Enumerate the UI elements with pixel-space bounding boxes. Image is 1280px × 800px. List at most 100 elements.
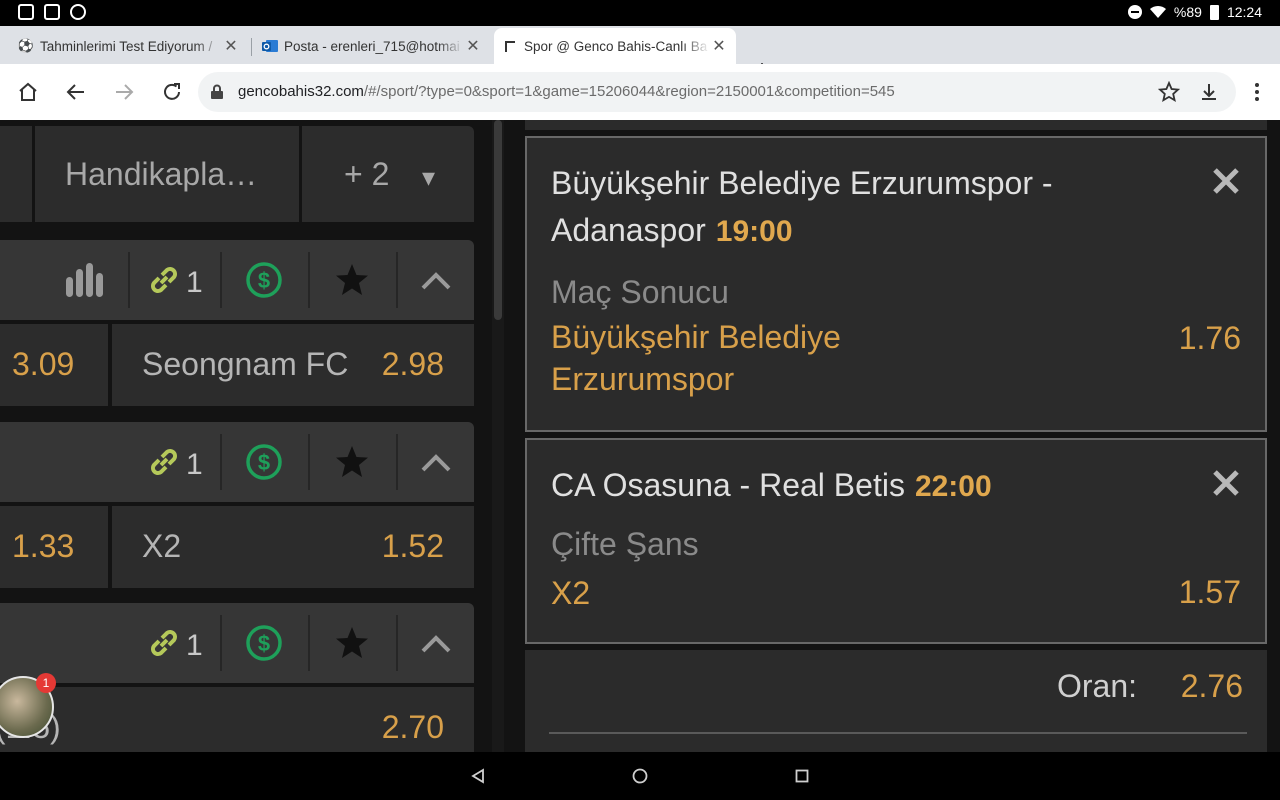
notification-badge: 1 [36, 673, 56, 693]
odd-cell[interactable]: 3.09 [0, 324, 108, 406]
divider [220, 252, 222, 308]
filter-tab-handicap[interactable]: Handikapla… [35, 126, 299, 222]
odds-row: .(1.5) 2.70 [0, 687, 474, 752]
home-button[interactable] [14, 78, 42, 106]
clock: 12:24 [1226, 4, 1262, 20]
tab-title: Posta - erenleri_715@hotmai [284, 38, 460, 54]
dollar-icon[interactable]: $ [244, 260, 284, 300]
bet-market: Çifte Şans [551, 526, 699, 562]
bet-card: Büyükşehir Belediye Erzurumspor - Adanas… [525, 136, 1267, 432]
tab-tahminlerimi[interactable]: ⚽ Tahminlerimi Test Ediyorum / ✕ [10, 28, 248, 64]
nav-recents-button[interactable] [792, 766, 812, 786]
betslip-top-edge [525, 120, 1267, 130]
scrollbar-thumb[interactable] [494, 120, 502, 320]
odd-cell[interactable]: X2 1.52 [112, 506, 474, 588]
odds-row: 1.33 X2 1.52 [0, 506, 474, 588]
bet-match-teams: CA Osasuna - Real Betis [551, 467, 905, 503]
scrollbar[interactable] [492, 120, 504, 752]
download-icon [1202, 84, 1216, 100]
url-text[interactable]: gencobahis32.com/#/sport/?type=0&sport=1… [238, 83, 895, 100]
outcome-label: Seongnam FC [142, 346, 349, 382]
odd-cell[interactable]: .(1.5) 2.70 [0, 687, 474, 752]
filter-handicap-label: Handikapla… [65, 156, 258, 192]
reload-button[interactable] [158, 78, 186, 106]
divider [549, 732, 1247, 734]
dollar-icon[interactable]: $ [244, 442, 284, 482]
divider [128, 252, 130, 308]
image-icon [44, 4, 60, 20]
odd-value: 1.52 [381, 528, 444, 564]
tab-strip: ⚽ Tahminlerimi Test Ediyorum / ✕ Posta -… [0, 26, 1280, 83]
market-group-header: 1 $ [0, 603, 474, 683]
total-odds-label: Oran: [1056, 668, 1137, 704]
filter-more-dropdown[interactable]: + 2 ▾ [302, 126, 474, 222]
odd-value: 2.70 [381, 709, 444, 745]
forward-button[interactable] [110, 78, 138, 106]
link-icon[interactable] [146, 444, 182, 480]
link-count: 1 [186, 629, 203, 662]
remove-bet-button[interactable] [1211, 468, 1243, 500]
kebab-menu-icon [1255, 83, 1259, 101]
bookmark-button[interactable] [1155, 78, 1183, 106]
star-icon[interactable] [332, 623, 372, 663]
page-content: Handikapla… + 2 ▾ 1 $ 3.09 Seongnam FC 2… [0, 120, 1280, 752]
chevron-up-icon[interactable] [418, 264, 454, 296]
bet-match-teams: Büyükşehir Belediye Erzurumspor - Adanas… [551, 165, 1053, 248]
total-odds-value: 2.76 [1180, 668, 1243, 704]
battery-icon [1209, 4, 1219, 20]
square-recents-icon [795, 769, 809, 783]
link-icon[interactable] [146, 625, 182, 661]
link-count: 1 [186, 266, 203, 299]
star-icon[interactable] [332, 442, 372, 482]
wifi-icon [1149, 5, 1166, 19]
bet-odd: 1.76 [1178, 320, 1241, 356]
bet-match-time: 19:00 [715, 215, 793, 248]
betslip-total: Oran: 2.76 [525, 650, 1267, 752]
tab-separator [251, 38, 252, 56]
bet-match-time: 22:00 [914, 470, 992, 503]
download-button[interactable] [1195, 78, 1223, 106]
dollar-icon[interactable]: $ [244, 623, 284, 663]
star-icon[interactable] [332, 260, 372, 300]
close-tab-icon[interactable]: ✕ [710, 36, 728, 56]
status-bar: %89 12:24 [0, 0, 1280, 26]
odd-value: 1.33 [12, 528, 75, 564]
do-not-disturb-icon [1127, 5, 1142, 19]
close-tab-icon[interactable]: ✕ [464, 36, 482, 56]
filter-tab-partial[interactable] [0, 126, 32, 222]
messenger-icon [70, 4, 86, 20]
close-icon [1213, 168, 1239, 194]
statistics-icon[interactable] [62, 260, 108, 300]
link-count: 1 [186, 448, 203, 481]
tab-genco-bahis[interactable]: Spor @ Genco Bahis-Canlı Ba ✕ [494, 28, 736, 64]
divider [308, 434, 310, 490]
divider [396, 434, 398, 490]
link-icon[interactable] [146, 262, 182, 298]
forward-arrow-icon [116, 84, 134, 100]
odds-row: 3.09 Seongnam FC 2.98 [0, 324, 474, 406]
address-bar[interactable]: gencobahis32.com/#/sport/?type=0&sport=1… [198, 72, 1236, 112]
menu-button[interactable] [1243, 78, 1271, 106]
tab-posta[interactable]: Posta - erenleri_715@hotmai ✕ [254, 28, 490, 64]
nav-home-button[interactable] [630, 766, 650, 786]
bet-pick: X2 [551, 575, 591, 611]
close-tab-icon[interactable]: ✕ [222, 36, 240, 56]
odd-value: 3.09 [12, 346, 75, 382]
system-nav-bar [0, 752, 1280, 800]
back-button[interactable] [62, 78, 90, 106]
reload-icon [164, 83, 180, 100]
divider [308, 615, 310, 671]
divider [220, 615, 222, 671]
odd-cell[interactable]: 1.33 [0, 506, 108, 588]
home-icon [19, 82, 37, 101]
lock-icon [211, 84, 223, 99]
tab-title: Tahminlerimi Test Ediyorum / [40, 38, 213, 54]
odd-cell[interactable]: Seongnam FC 2.98 [112, 324, 474, 406]
browser-toolbar: gencobahis32.com/#/sport/?type=0&sport=1… [0, 64, 1280, 120]
remove-bet-button[interactable] [1211, 166, 1243, 198]
chevron-up-icon[interactable] [418, 627, 454, 659]
circle-home-icon [632, 768, 648, 784]
chevron-up-icon[interactable] [418, 446, 454, 478]
outlook-icon [262, 38, 278, 54]
nav-back-button[interactable] [468, 766, 488, 786]
